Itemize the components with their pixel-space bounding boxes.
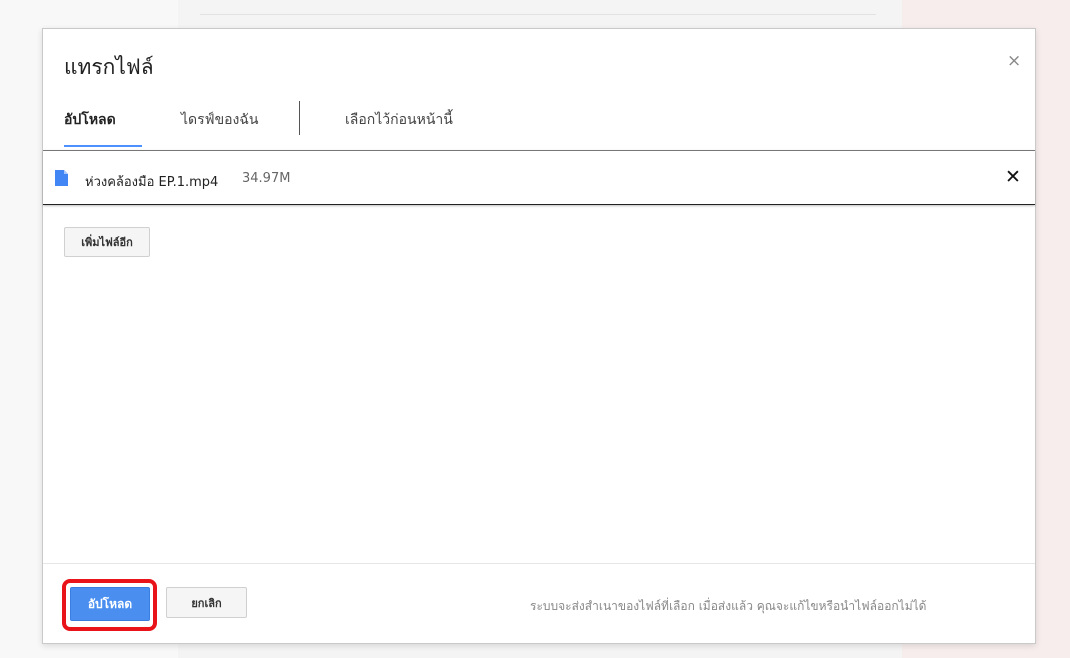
tab-previously-selected[interactable]: เลือกไว้ก่อนหน้านี้ [345,109,453,131]
remove-file-button[interactable]: ✕ [1005,166,1021,188]
tab-my-drive[interactable]: ไดรฟ์ของฉัน [181,109,259,131]
dialog-close-button[interactable]: × [1007,51,1021,71]
insert-file-dialog: แทรกไฟล์ × อัปโหลด ไดรฟ์ของฉัน เลือกไว้ก… [42,28,1036,644]
file-icon [55,170,68,186]
file-size: 34.97M [242,171,291,186]
selected-file-row: ห่วงคล้องมือ EP.1.mp4 34.97M ✕ [43,150,1035,205]
footer-divider [43,563,1035,564]
file-name: ห่วงคล้องมือ EP.1.mp4 [85,175,219,190]
cancel-button[interactable]: ยกเลิก [166,587,247,618]
footer-note: ระบบจะส่งสำเนาของไฟล์ที่เลือก เมื่อส่งแล… [530,599,927,613]
page-background-divider [200,14,876,15]
active-tab-indicator [64,145,142,147]
dialog-title: แทรกไฟล์ [64,55,154,79]
upload-button[interactable]: อัปโหลด [70,587,150,621]
tab-upload[interactable]: อัปโหลด [64,109,116,131]
add-more-files-button[interactable]: เพิ่มไฟล์อีก [64,227,150,257]
tab-divider [299,101,300,135]
